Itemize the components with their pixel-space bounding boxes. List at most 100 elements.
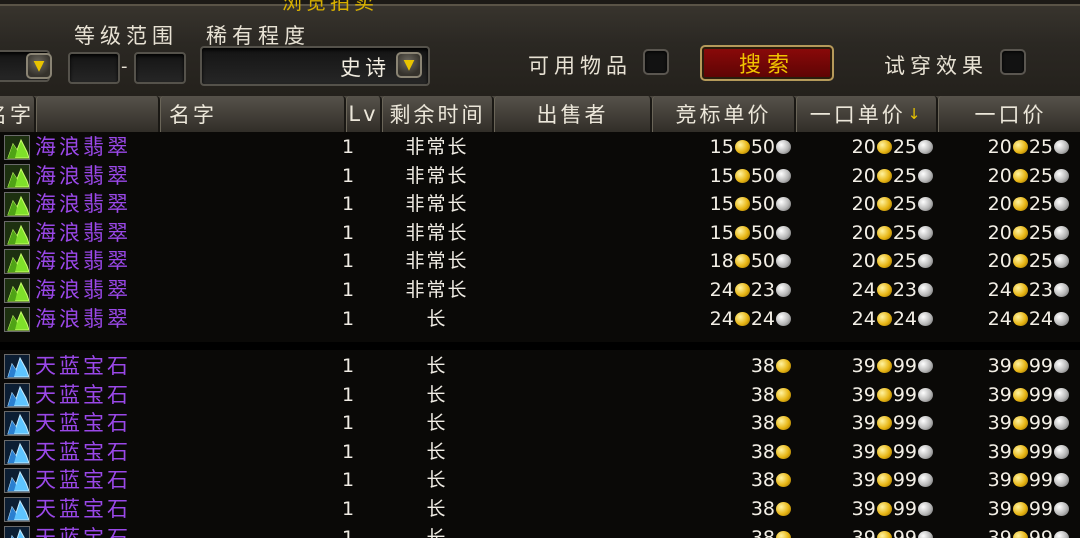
silver-coin-icon: [1054, 387, 1069, 402]
table-row[interactable]: 海浪翡翠 1 非常长 18 50 20 25 20 25: [0, 247, 1080, 276]
bid-unit-price: 38: [751, 438, 792, 466]
blue-gem-icon[interactable]: [4, 354, 30, 379]
item-name[interactable]: 天蓝宝石: [35, 438, 131, 466]
column-header-bid-unit[interactable]: 竞标单价: [652, 96, 796, 132]
table-row[interactable]: 天蓝宝石 1 长 38 39 99 39 99: [0, 381, 1080, 410]
item-name[interactable]: 天蓝宝石: [35, 466, 131, 494]
green-gem-icon[interactable]: [4, 163, 30, 189]
green-gem-icon[interactable]: [4, 306, 30, 332]
bid-unit-price: 15 50: [710, 219, 792, 247]
level-max-input[interactable]: [134, 52, 186, 84]
item-name[interactable]: 天蓝宝石: [35, 495, 131, 523]
gold-amount: 15: [709, 164, 734, 187]
preview-effect-checkbox[interactable]: [1000, 49, 1026, 75]
gold-coin-icon: [776, 502, 791, 516]
blue-gem-icon[interactable]: [4, 497, 30, 522]
green-gem-icon[interactable]: [4, 220, 30, 246]
table-row[interactable]: 天蓝宝石 1 长 38 39 99 39 99: [0, 466, 1080, 495]
column-header-level[interactable]: Lv: [346, 96, 382, 132]
blue-gem-icon[interactable]: [4, 468, 30, 494]
table-row[interactable]: 天蓝宝石 1 长 38 39 99 39 99: [0, 524, 1080, 538]
buyout-price: 20 25: [988, 219, 1070, 247]
gold-coin-icon: [876, 283, 892, 297]
column-header-buyout-unit[interactable]: 一口单价 ↓: [796, 96, 938, 132]
time-left: 非常长: [405, 136, 469, 158]
item-name[interactable]: 海浪翡翠: [35, 133, 131, 161]
green-gem-icon[interactable]: [4, 135, 30, 160]
silver-amount: 99: [1028, 355, 1053, 377]
gold-coin-icon: [876, 254, 892, 269]
column-header-seller[interactable]: 出售者: [494, 96, 652, 132]
gold-amount: 15: [709, 221, 734, 244]
buyout-price: 39 99: [988, 438, 1070, 466]
level-min-input[interactable]: [68, 52, 120, 84]
level-range-dash: -: [121, 56, 128, 77]
time-left: 非常长: [405, 164, 469, 187]
item-name[interactable]: 天蓝宝石: [35, 409, 131, 437]
blue-gem-icon[interactable]: [4, 411, 30, 437]
gold-coin-icon: [1012, 311, 1028, 326]
usable-items-checkbox[interactable]: [643, 49, 669, 75]
item-name[interactable]: 天蓝宝石: [35, 352, 131, 380]
column-header-item[interactable]: [36, 96, 160, 132]
green-gem-icon[interactable]: [4, 249, 30, 275]
table-row[interactable]: 天蓝宝石 1 长 38 39 99 39 99: [0, 438, 1080, 467]
silver-coin-icon: [918, 283, 933, 297]
item-name[interactable]: 海浪翡翠: [35, 219, 131, 247]
table-row[interactable]: 海浪翡翠 1 长 24 24 24 24 24 24: [0, 305, 1080, 334]
column-header-time-left[interactable]: 剩余时间: [382, 96, 494, 132]
buyout-unit-price: 39 99: [852, 495, 934, 523]
silver-amount: 99: [892, 469, 917, 492]
table-row[interactable]: 海浪翡翠 1 非常长 15 50 20 25 20 25: [0, 133, 1080, 162]
silver-coin-icon: [776, 311, 791, 326]
category-dropdown-arrow-icon[interactable]: ▼: [26, 53, 52, 79]
table-row[interactable]: 海浪翡翠 1 非常长 15 50 20 25 20 25: [0, 190, 1080, 219]
table-row[interactable]: 天蓝宝石 1 长 38 39 99 39 99: [0, 495, 1080, 524]
item-name[interactable]: 天蓝宝石: [35, 524, 131, 538]
blue-gem-icon[interactable]: [4, 382, 30, 408]
gold-coin-icon: [1012, 168, 1028, 183]
column-header-name[interactable]: 名字: [160, 96, 346, 132]
gold-coin-icon: [776, 444, 791, 459]
search-button[interactable]: 搜索: [700, 45, 834, 81]
table-row[interactable]: 海浪翡翠 1 非常长 15 50 20 25 20 25: [0, 162, 1080, 191]
gold-coin-icon: [734, 311, 750, 326]
column-header-name-short[interactable]: 名字: [0, 96, 36, 132]
silver-amount: 25: [892, 136, 917, 158]
gold-amount: 20: [987, 164, 1012, 187]
green-gem-icon[interactable]: [4, 192, 30, 218]
table-row[interactable]: 天蓝宝石 1 长 38 39 99 39 99: [0, 352, 1080, 381]
gold-amount: 24: [987, 307, 1012, 330]
bid-unit-price: 38: [751, 381, 792, 409]
rarity-dropdown-arrow-icon[interactable]: ▼: [396, 52, 422, 78]
silver-amount: 25: [1028, 193, 1053, 216]
item-name[interactable]: 天蓝宝石: [35, 381, 131, 409]
item-name[interactable]: 海浪翡翠: [35, 305, 131, 333]
item-level: 1: [341, 250, 355, 273]
item-level: 1: [341, 164, 355, 187]
table-row[interactable]: 海浪翡翠 1 非常长 15 50 20 25 20 25: [0, 219, 1080, 248]
bid-unit-price: 15 50: [710, 162, 792, 190]
item-level: 1: [341, 526, 355, 538]
gold-coin-icon: [1012, 254, 1028, 269]
gold-amount: 20: [851, 193, 876, 216]
row-group-divider: [0, 342, 1080, 350]
gold-amount: 39: [987, 412, 1012, 435]
item-name[interactable]: 海浪翡翠: [35, 276, 131, 304]
silver-amount: 24: [750, 307, 775, 330]
blue-gem-icon[interactable]: [4, 525, 30, 538]
item-name[interactable]: 海浪翡翠: [35, 190, 131, 218]
table-row[interactable]: 天蓝宝石 1 长 38 39 99 39 99: [0, 409, 1080, 438]
item-name[interactable]: 海浪翡翠: [35, 247, 131, 275]
silver-amount: 99: [892, 412, 917, 435]
green-gem-icon[interactable]: [4, 278, 30, 303]
silver-amount: 25: [1028, 250, 1053, 273]
table-row[interactable]: 海浪翡翠 1 非常长 24 23 24 23 24 23: [0, 276, 1080, 305]
silver-amount: 24: [1028, 307, 1053, 330]
item-name[interactable]: 海浪翡翠: [35, 162, 131, 190]
gold-coin-icon: [776, 416, 791, 431]
column-header-buyout[interactable]: 一口价: [938, 96, 1080, 132]
gold-coin-icon: [876, 168, 892, 183]
buyout-unit-price: 24 24: [852, 305, 934, 333]
blue-gem-icon[interactable]: [4, 439, 30, 465]
